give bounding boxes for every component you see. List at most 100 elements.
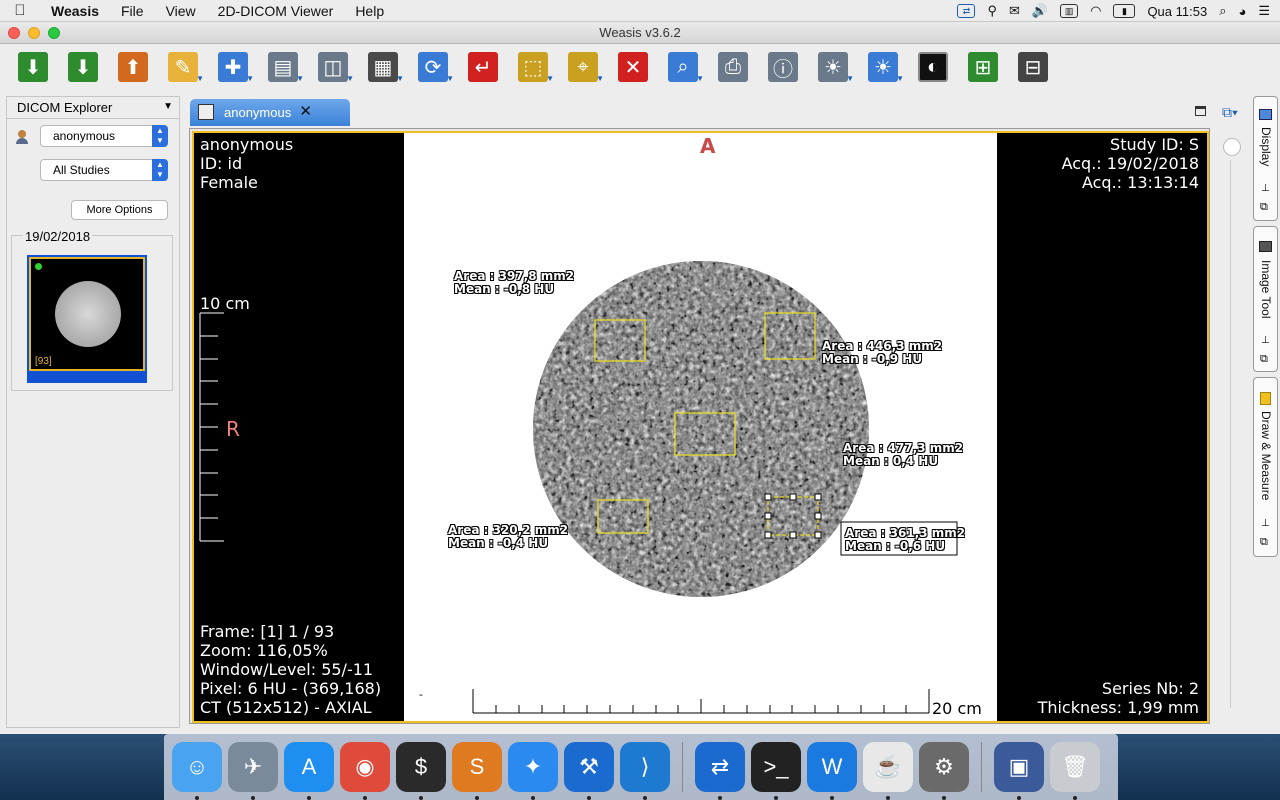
menu-app-name[interactable]: Weasis <box>40 3 110 19</box>
dropdown-caret-icon[interactable]: ▼ <box>246 74 254 83</box>
terminal-green-icon[interactable]: $ <box>396 742 446 800</box>
clock[interactable]: Qua 11:53 <box>1147 4 1207 19</box>
preview-icon[interactable]: ▣ <box>994 742 1044 800</box>
measurement-label[interactable]: Area : 477,3 mm2 Mean : 0,4 HU <box>843 442 963 468</box>
dropdown-caret-icon[interactable]: ▼ <box>296 74 304 83</box>
roi-handle[interactable] <box>814 493 822 501</box>
menu-2d-dicom-viewer[interactable]: 2D-DICOM Viewer <box>207 3 345 19</box>
pan-zoom-button[interactable]: ✚ ▼ <box>208 47 258 87</box>
notification-center-icon[interactable]: ☰ <box>1258 3 1270 19</box>
patient-select[interactable]: anonymous ▲ ▼ <box>40 125 168 147</box>
measurement-label[interactable]: Area : 397,8 mm2 Mean : -0,8 HU <box>454 270 574 296</box>
xcode-icon[interactable]: ⚒ <box>564 742 614 800</box>
info-button[interactable]: ⓘ <box>758 47 808 87</box>
reset-button[interactable]: ↵ <box>458 47 508 87</box>
word-w-icon[interactable]: W <box>807 742 857 800</box>
print-button[interactable]: ⎙ <box>708 47 758 87</box>
terminal-icon[interactable]: >_ <box>751 742 801 800</box>
frame-slider-knob[interactable] <box>1223 138 1241 156</box>
app-store-icon[interactable]: A <box>284 742 334 800</box>
more-options-button[interactable]: More Options <box>71 200 168 220</box>
dropdown-caret-icon[interactable]: ▼ <box>346 74 354 83</box>
volume-icon[interactable]: 🔊 <box>1032 3 1048 19</box>
import-dicom-button[interactable]: ⬇ <box>8 47 58 87</box>
measurement-label[interactable]: Area : 446,3 mm2 Mean : -0,9 HU <box>822 340 942 366</box>
side-panel-display[interactable]: Display ⊥ ⧉ <box>1253 96 1278 221</box>
crosshair-button[interactable]: ⌖ ▼ <box>558 47 608 87</box>
dropdown-caret-icon[interactable]: ▼ <box>446 74 454 83</box>
viewer-tab[interactable]: anonymous ✕ <box>190 99 350 126</box>
system-prefs-icon[interactable]: ⚙ <box>919 742 969 800</box>
dropdown-caret-icon[interactable]: ▼ <box>846 74 854 83</box>
layout-menu-icon[interactable]: ⧉▾ <box>1222 104 1238 121</box>
roi-handle[interactable] <box>814 531 822 539</box>
import-dicom-cd-button[interactable]: ⬇ <box>58 47 108 87</box>
roi-handle[interactable] <box>764 493 772 501</box>
synch-button[interactable]: ▤ ▼ <box>258 47 308 87</box>
float-icon[interactable]: ⧉ <box>1260 353 1268 366</box>
roi-handle[interactable] <box>764 531 772 539</box>
java-icon[interactable]: ☕ <box>863 742 913 800</box>
maximize-view-icon[interactable] <box>1195 106 1206 116</box>
finder-icon[interactable]: ☺ <box>172 742 222 800</box>
measurement-label[interactable]: Area : 320,2 mm2 Mean : -0,4 HU <box>448 524 568 550</box>
notification-icon[interactable]: ✉ <box>1009 3 1020 19</box>
teamviewer-tray-icon[interactable]: ⇄ <box>957 4 976 18</box>
pin-icon[interactable]: ⊥ <box>1261 518 1270 529</box>
apple-icon[interactable]:  <box>0 2 40 19</box>
pin-icon[interactable]: ⊥ <box>1261 335 1270 346</box>
dropdown-caret-icon[interactable]: ▼ <box>596 74 604 83</box>
maximize-window-button[interactable] <box>48 27 60 39</box>
roi-handle[interactable] <box>789 531 797 539</box>
battery-icon[interactable]: ▮ <box>1113 4 1136 18</box>
spotlight-icon[interactable]: ⌕ <box>1219 3 1226 19</box>
safari-icon[interactable]: ✦ <box>508 742 558 800</box>
delete-measure-button[interactable]: ✕ <box>608 47 658 87</box>
invert-lut-button[interactable]: ◐ <box>908 47 958 87</box>
filter-button[interactable]: ☀ ▼ <box>808 47 858 87</box>
studies-select[interactable]: All Studies ▲ ▼ <box>40 159 168 181</box>
explorer-header[interactable]: DICOM Explorer ▼ <box>7 97 179 119</box>
roi-handle[interactable] <box>764 512 772 520</box>
series-thumbnail[interactable]: [93] <box>27 255 147 383</box>
zoom-button[interactable]: ⌕ ▼ <box>658 47 708 87</box>
wifi-icon[interactable]: ◠ <box>1090 3 1101 19</box>
close-tab-icon[interactable]: ✕ <box>299 102 312 120</box>
layout-button[interactable]: ▦ ▼ <box>358 47 408 87</box>
launchpad-icon[interactable]: ✈ <box>228 742 278 800</box>
roi-handle[interactable] <box>814 512 822 520</box>
binoculars-icon[interactable]: ⚲ <box>987 3 997 19</box>
close-window-button[interactable] <box>8 27 20 39</box>
side-panel-draw-measure[interactable]: Draw & Measure ⊥ ⧉ <box>1253 377 1278 557</box>
window-level-button[interactable]: ✎ ▼ <box>158 47 208 87</box>
image-viewport[interactable]: A R anonymous ID: id Female Study ID: S … <box>189 128 1210 724</box>
chrome-icon[interactable]: ◉ <box>340 742 390 800</box>
trash-icon[interactable]: 🗑 <box>1050 742 1100 800</box>
selection-button[interactable]: ⬚ ▼ <box>508 47 558 87</box>
lut-button[interactable]: ☀ ▼ <box>858 47 908 87</box>
menu-file[interactable]: File <box>110 3 155 19</box>
dropdown-caret-icon[interactable]: ▼ <box>696 74 704 83</box>
synchronise-button[interactable]: ⟳ ▼ <box>408 47 458 87</box>
sublime-icon[interactable]: S <box>452 742 502 800</box>
float-icon[interactable]: ⧉ <box>1260 536 1268 549</box>
user-icon[interactable]: ◕ <box>1238 4 1246 19</box>
roi-handle[interactable] <box>789 493 797 501</box>
menu-view[interactable]: View <box>155 3 207 19</box>
side-panel-image-tool[interactable]: Image Tool ⊥ ⧉ <box>1253 226 1278 372</box>
export-dicom-button[interactable]: ⬆ <box>108 47 158 87</box>
image-frame[interactable]: A R anonymous ID: id Female Study ID: S … <box>192 131 1209 723</box>
dropdown-caret-icon[interactable]: ▼ <box>546 74 554 83</box>
dropdown-caret-icon[interactable]: ▼ <box>896 74 904 83</box>
menu-help[interactable]: Help <box>344 3 395 19</box>
panel-menu-icon[interactable]: ▼ <box>163 101 173 112</box>
dropdown-caret-icon[interactable]: ▼ <box>396 74 404 83</box>
pin-icon[interactable]: ⊥ <box>1261 183 1270 194</box>
keyboard-icon[interactable]: ▥ <box>1060 4 1079 18</box>
dropdown-caret-icon[interactable]: ▼ <box>196 74 204 83</box>
mpr-button[interactable]: ⊞ <box>958 47 1008 87</box>
minimize-window-button[interactable] <box>28 27 40 39</box>
vscode-icon[interactable]: ⟩ <box>620 742 670 800</box>
frame-slider-track[interactable] <box>1230 160 1231 708</box>
teamviewer-icon[interactable]: ⇄ <box>695 742 745 800</box>
